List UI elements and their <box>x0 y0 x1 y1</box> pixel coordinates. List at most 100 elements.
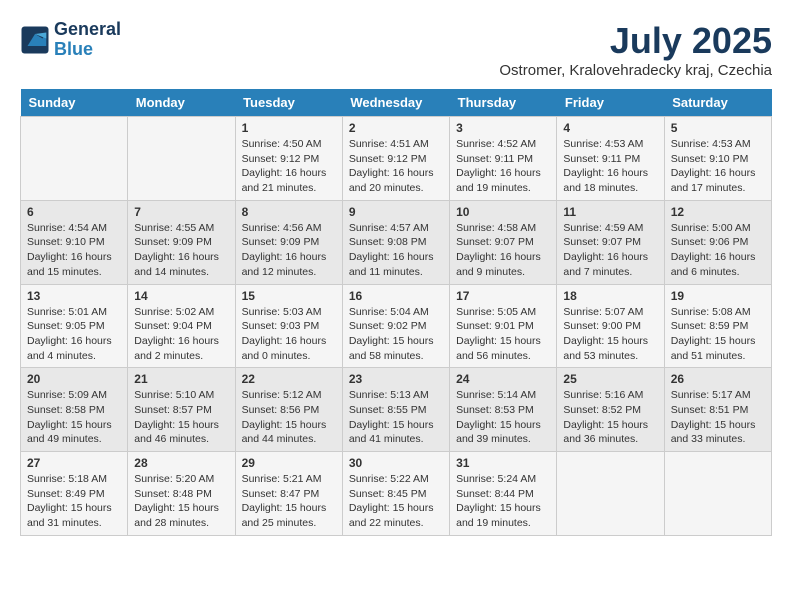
day-detail: Sunrise: 5:04 AM Sunset: 9:02 PM Dayligh… <box>349 305 443 364</box>
calendar-body: 1 Sunrise: 4:50 AM Sunset: 9:12 PM Daylig… <box>21 117 772 536</box>
weekday-header-row: SundayMondayTuesdayWednesdayThursdayFrid… <box>21 89 772 117</box>
day-detail: Sunrise: 4:53 AM Sunset: 9:11 PM Dayligh… <box>563 137 657 196</box>
weekday-header-friday: Friday <box>557 89 664 117</box>
day-number: 12 <box>671 205 765 219</box>
day-number: 19 <box>671 289 765 303</box>
day-number: 9 <box>349 205 443 219</box>
calendar-cell: 16 Sunrise: 5:04 AM Sunset: 9:02 PM Dayli… <box>342 284 449 368</box>
day-detail: Sunrise: 5:22 AM Sunset: 8:45 PM Dayligh… <box>349 472 443 531</box>
calendar-cell: 26 Sunrise: 5:17 AM Sunset: 8:51 PM Dayli… <box>664 368 771 452</box>
day-detail: Sunrise: 4:55 AM Sunset: 9:09 PM Dayligh… <box>134 221 228 280</box>
calendar-cell: 24 Sunrise: 5:14 AM Sunset: 8:53 PM Dayli… <box>450 368 557 452</box>
day-number: 27 <box>27 456 121 470</box>
day-number: 13 <box>27 289 121 303</box>
calendar-cell <box>557 452 664 536</box>
day-detail: Sunrise: 5:00 AM Sunset: 9:06 PM Dayligh… <box>671 221 765 280</box>
day-number: 18 <box>563 289 657 303</box>
day-detail: Sunrise: 4:54 AM Sunset: 9:10 PM Dayligh… <box>27 221 121 280</box>
calendar-cell: 28 Sunrise: 5:20 AM Sunset: 8:48 PM Dayli… <box>128 452 235 536</box>
weekday-header-sunday: Sunday <box>21 89 128 117</box>
day-number: 14 <box>134 289 228 303</box>
day-number: 31 <box>456 456 550 470</box>
day-number: 6 <box>27 205 121 219</box>
calendar-cell: 10Sunrise: 4:58 AM Sunset: 9:07 PM Dayli… <box>450 200 557 284</box>
day-number: 16 <box>349 289 443 303</box>
calendar-cell: 27Sunrise: 5:18 AM Sunset: 8:49 PM Dayli… <box>21 452 128 536</box>
day-detail: Sunrise: 5:24 AM Sunset: 8:44 PM Dayligh… <box>456 472 550 531</box>
calendar-cell: 21 Sunrise: 5:10 AM Sunset: 8:57 PM Dayli… <box>128 368 235 452</box>
day-detail: Sunrise: 4:52 AM Sunset: 9:11 PM Dayligh… <box>456 137 550 196</box>
day-detail: Sunrise: 4:56 AM Sunset: 9:09 PM Dayligh… <box>242 221 336 280</box>
day-number: 23 <box>349 372 443 386</box>
calendar-header: SundayMondayTuesdayWednesdayThursdayFrid… <box>21 89 772 117</box>
calendar-cell: 23 Sunrise: 5:13 AM Sunset: 8:55 PM Dayli… <box>342 368 449 452</box>
weekday-header-wednesday: Wednesday <box>342 89 449 117</box>
day-number: 28 <box>134 456 228 470</box>
calendar-cell: 18 Sunrise: 5:07 AM Sunset: 9:00 PM Dayli… <box>557 284 664 368</box>
day-detail: Sunrise: 4:57 AM Sunset: 9:08 PM Dayligh… <box>349 221 443 280</box>
location: Ostromer, Kralovehradecky kraj, Czechia <box>499 62 772 79</box>
day-number: 26 <box>671 372 765 386</box>
weekday-header-thursday: Thursday <box>450 89 557 117</box>
day-detail: Sunrise: 5:12 AM Sunset: 8:56 PM Dayligh… <box>242 388 336 447</box>
day-detail: Sunrise: 5:02 AM Sunset: 9:04 PM Dayligh… <box>134 305 228 364</box>
day-number: 22 <box>242 372 336 386</box>
calendar-cell: 9 Sunrise: 4:57 AM Sunset: 9:08 PM Daylig… <box>342 200 449 284</box>
day-detail: Sunrise: 5:05 AM Sunset: 9:01 PM Dayligh… <box>456 305 550 364</box>
weekday-header-saturday: Saturday <box>664 89 771 117</box>
page-header: General Blue July 2025 Ostromer, Kralove… <box>20 20 772 79</box>
day-number: 24 <box>456 372 550 386</box>
calendar-cell <box>128 117 235 201</box>
day-detail: Sunrise: 5:08 AM Sunset: 8:59 PM Dayligh… <box>671 305 765 364</box>
day-number: 15 <box>242 289 336 303</box>
calendar-week-2: 6 Sunrise: 4:54 AM Sunset: 9:10 PM Daylig… <box>21 200 772 284</box>
day-detail: Sunrise: 5:13 AM Sunset: 8:55 PM Dayligh… <box>349 388 443 447</box>
calendar-cell: 8 Sunrise: 4:56 AM Sunset: 9:09 PM Daylig… <box>235 200 342 284</box>
day-number: 3 <box>456 121 550 135</box>
calendar-cell: 17 Sunrise: 5:05 AM Sunset: 9:01 PM Dayli… <box>450 284 557 368</box>
day-detail: Sunrise: 5:07 AM Sunset: 9:00 PM Dayligh… <box>563 305 657 364</box>
logo-line2: Blue <box>54 39 93 59</box>
day-detail: Sunrise: 4:58 AM Sunset: 9:07 PM Dayligh… <box>456 221 550 280</box>
calendar-cell: 19 Sunrise: 5:08 AM Sunset: 8:59 PM Dayli… <box>664 284 771 368</box>
day-detail: Sunrise: 5:01 AM Sunset: 9:05 PM Dayligh… <box>27 305 121 364</box>
calendar-cell: 15 Sunrise: 5:03 AM Sunset: 9:03 PM Dayli… <box>235 284 342 368</box>
calendar-cell: 14 Sunrise: 5:02 AM Sunset: 9:04 PM Dayli… <box>128 284 235 368</box>
day-number: 17 <box>456 289 550 303</box>
calendar-cell: 20Sunrise: 5:09 AM Sunset: 8:58 PM Dayli… <box>21 368 128 452</box>
calendar-week-3: 13 Sunrise: 5:01 AM Sunset: 9:05 PM Dayli… <box>21 284 772 368</box>
day-number: 8 <box>242 205 336 219</box>
day-number: 1 <box>242 121 336 135</box>
calendar-cell <box>21 117 128 201</box>
day-detail: Sunrise: 4:50 AM Sunset: 9:12 PM Dayligh… <box>242 137 336 196</box>
calendar-cell: 22 Sunrise: 5:12 AM Sunset: 8:56 PM Dayli… <box>235 368 342 452</box>
calendar-cell: 12 Sunrise: 5:00 AM Sunset: 9:06 PM Dayli… <box>664 200 771 284</box>
month-title: July 2025 <box>499 20 772 62</box>
day-detail: Sunrise: 5:20 AM Sunset: 8:48 PM Dayligh… <box>134 472 228 531</box>
logo-line1: General <box>54 20 121 40</box>
calendar-week-5: 27Sunrise: 5:18 AM Sunset: 8:49 PM Dayli… <box>21 452 772 536</box>
calendar-cell: 11 Sunrise: 4:59 AM Sunset: 9:07 PM Dayli… <box>557 200 664 284</box>
day-detail: Sunrise: 5:10 AM Sunset: 8:57 PM Dayligh… <box>134 388 228 447</box>
day-number: 20 <box>27 372 121 386</box>
day-number: 5 <box>671 121 765 135</box>
day-detail: Sunrise: 5:16 AM Sunset: 8:52 PM Dayligh… <box>563 388 657 447</box>
calendar-cell: 31 Sunrise: 5:24 AM Sunset: 8:44 PM Dayli… <box>450 452 557 536</box>
day-detail: Sunrise: 5:03 AM Sunset: 9:03 PM Dayligh… <box>242 305 336 364</box>
calendar-cell <box>664 452 771 536</box>
day-number: 7 <box>134 205 228 219</box>
day-number: 21 <box>134 372 228 386</box>
day-number: 11 <box>563 205 657 219</box>
logo-icon <box>20 25 50 55</box>
day-number: 25 <box>563 372 657 386</box>
day-detail: Sunrise: 4:59 AM Sunset: 9:07 PM Dayligh… <box>563 221 657 280</box>
day-number: 2 <box>349 121 443 135</box>
calendar-week-4: 20Sunrise: 5:09 AM Sunset: 8:58 PM Dayli… <box>21 368 772 452</box>
calendar-cell: 13 Sunrise: 5:01 AM Sunset: 9:05 PM Dayli… <box>21 284 128 368</box>
calendar-cell: 29Sunrise: 5:21 AM Sunset: 8:47 PM Dayli… <box>235 452 342 536</box>
weekday-header-tuesday: Tuesday <box>235 89 342 117</box>
day-detail: Sunrise: 5:17 AM Sunset: 8:51 PM Dayligh… <box>671 388 765 447</box>
day-detail: Sunrise: 5:14 AM Sunset: 8:53 PM Dayligh… <box>456 388 550 447</box>
calendar-cell: 3 Sunrise: 4:52 AM Sunset: 9:11 PM Daylig… <box>450 117 557 201</box>
calendar-cell: 2Sunrise: 4:51 AM Sunset: 9:12 PM Daylig… <box>342 117 449 201</box>
